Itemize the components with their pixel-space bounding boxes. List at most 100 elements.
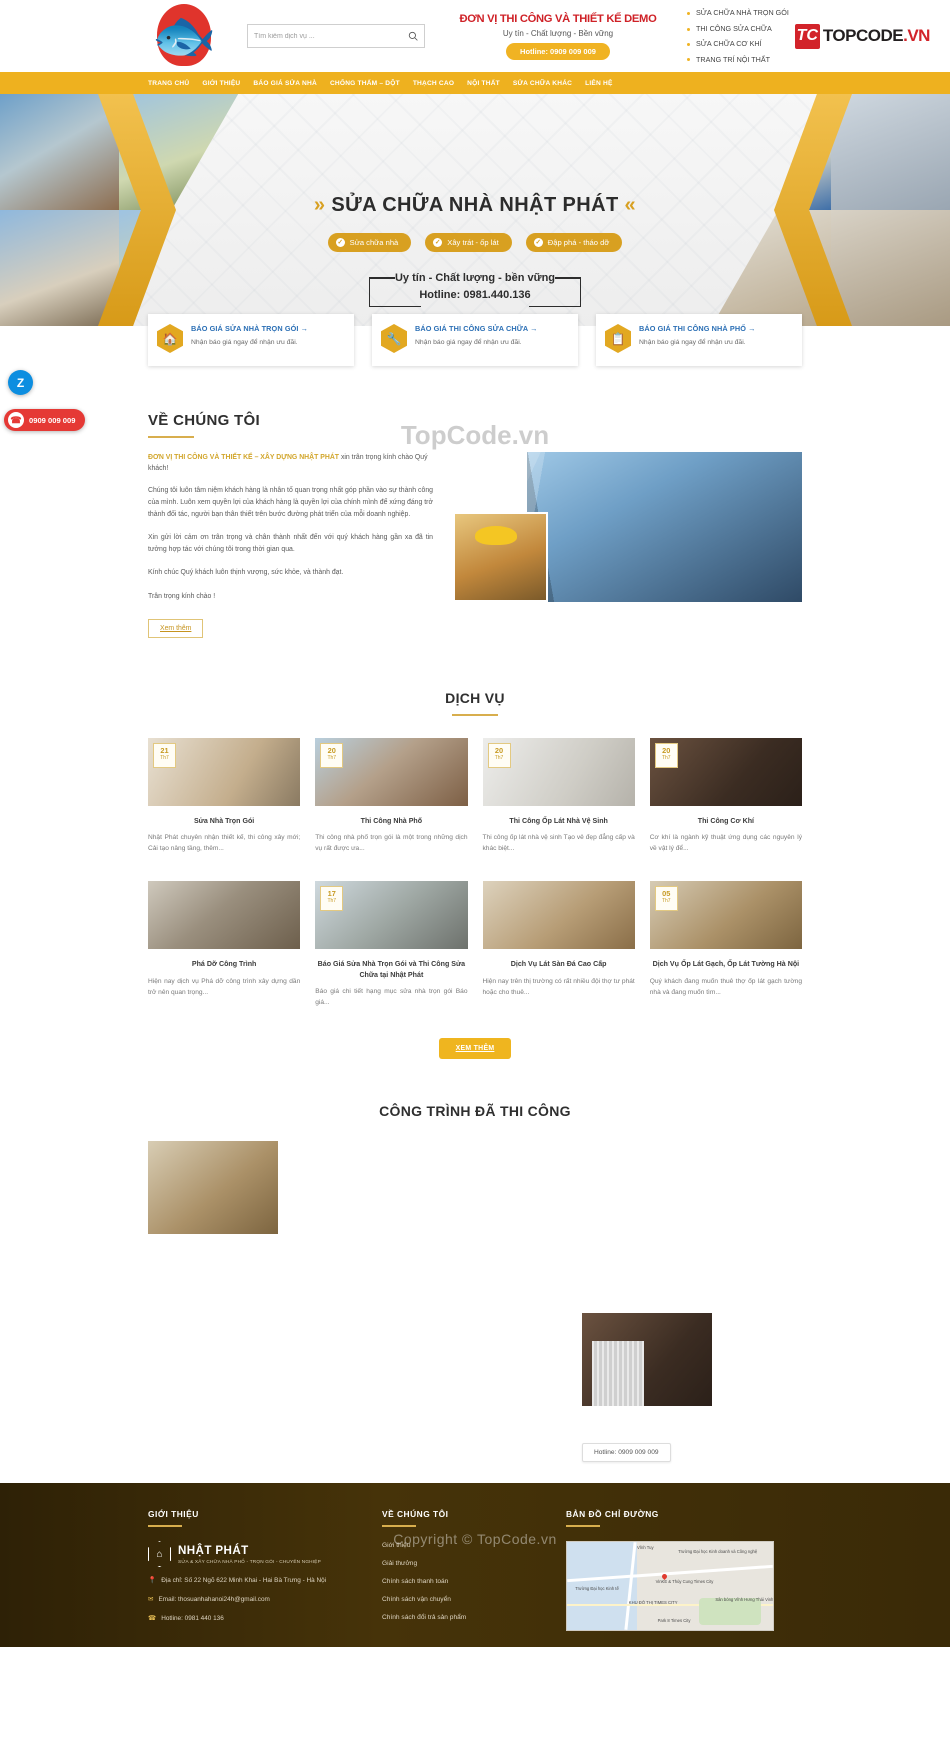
service-title[interactable]: Dịch Vụ Lát Sàn Đá Cao Cấp <box>483 959 635 970</box>
phone-icon: ☎ <box>148 1614 157 1622</box>
quote-card-title[interactable]: BÁO GIÁ SỬA NHÀ TRỌN GÓI → <box>191 324 308 333</box>
service-thumbnail[interactable]: 21 Th7 <box>148 737 301 806</box>
nav-item-lien-he[interactable]: LIÊN HỆ <box>585 80 612 87</box>
service-thumbnail[interactable]: 20 Th7 <box>315 737 468 806</box>
service-card[interactable]: 20 Th7 Thi Công Cơ Khí Cơ khí là ngành k… <box>649 737 802 855</box>
nav-item-thach-cao[interactable]: THẠCH CAO <box>413 80 454 87</box>
service-title[interactable]: Báo Giá Sửa Nhà Trọn Gói và Thi Công Sửa… <box>315 959 467 980</box>
about-read-more-button[interactable]: Xem thêm <box>148 618 204 638</box>
about-paragraph-4: Trân trọng kính chào ! <box>148 592 216 600</box>
footer-email-line[interactable]: ✉ Email: thosuanhahanoi24h@gmail.com <box>148 1595 348 1605</box>
service-thumbnail[interactable]: 20 Th7 <box>482 737 635 806</box>
about-worker-photo <box>453 512 548 602</box>
services-load-more-button[interactable]: XEM THÊM <box>438 1038 512 1060</box>
quote-card-title[interactable]: BÁO GIÁ THI CÔNG NHÀ PHỐ → <box>639 324 756 333</box>
about-lead: ĐƠN VỊ THI CÔNG VÀ THIẾT KẾ – XÂY DỰNG N… <box>148 452 433 474</box>
nav-item-bao-gia-sua-nha[interactable]: BÁO GIÁ SỬA NHÀ <box>253 80 317 87</box>
date-badge: 20 Th7 <box>487 742 511 768</box>
service-card[interactable]: Phá Dỡ Công Trình Hiện nay dịch vụ Phá d… <box>148 881 301 1009</box>
hero-motto-line1: Uy tín - Chất lượng - bền vững <box>394 272 556 284</box>
service-title[interactable]: Sửa Nhà Trọn Gói <box>148 816 300 827</box>
hero-tag[interactable]: ✓ Đập phá - tháo dỡ <box>525 233 623 252</box>
service-title[interactable]: Thi Công Ốp Lát Nhà Vệ Sinh <box>483 816 635 827</box>
topcode-logo[interactable]: TC TOPCODE.VN <box>794 23 930 49</box>
heading-underline <box>452 713 498 716</box>
service-card[interactable]: 17 Th7 Báo Giá Sửa Nhà Trọn Gói và Thi C… <box>315 881 468 1009</box>
projects-heading: CÔNG TRÌNH ĐÃ THI CÔNG <box>379 1103 571 1120</box>
service-card[interactable]: Dịch Vụ Lát Sàn Đá Cao Cấp Hiện nay trên… <box>482 881 635 1009</box>
header-hotline-button[interactable]: Hotline: 0909 009 009 <box>506 42 610 60</box>
nav-item-gioi-thieu[interactable]: GIỚI THIỆU <box>202 80 240 87</box>
date-month: Th7 <box>327 755 337 762</box>
quote-card[interactable]: 📋 BÁO GIÁ THI CÔNG NHÀ PHỐ → Nhận báo gi… <box>596 314 802 366</box>
header-service-item[interactable]: SỬA CHỮA CƠ KHÍ <box>687 36 789 51</box>
footer-email-text[interactable]: Email: thosuanhahanoi24h@gmail.com <box>159 1595 270 1605</box>
footer-heading-underline <box>382 1525 416 1528</box>
service-title[interactable]: Phá Dỡ Công Trình <box>148 959 300 970</box>
mail-icon: ✉ <box>148 1595 154 1603</box>
date-month: Th7 <box>160 755 169 762</box>
hero-tag[interactable]: ✓ Sửa chữa nhà <box>327 233 412 252</box>
footer-column-about: VỀ CHÚNG TÔI Giới thiệu Giải thưởng Chín… <box>382 1509 532 1631</box>
about-paragraph-2: Xin gửi lời cảm ơn trân trọng và chân th… <box>148 534 433 554</box>
quote-card-title[interactable]: BÁO GIÁ THI CÔNG SỬA CHỮA → <box>415 324 538 333</box>
date-day: 20 <box>494 745 504 755</box>
service-desc: Quý khách đang muốn thuê thợ ốp lát gạch… <box>649 977 802 996</box>
footer-link-giai-thuong[interactable]: Giải thưởng <box>382 1560 532 1567</box>
service-card[interactable]: 20 Th7 Thi Công Ốp Lát Nhà Vệ Sinh Thi c… <box>482 737 635 855</box>
footer-heading-underline <box>148 1525 182 1528</box>
service-thumbnail[interactable]: 05 Th7 <box>649 881 802 950</box>
floating-hotline-button[interactable]: ☎ 0909 009 009 <box>4 409 86 431</box>
map-label: Vĩnh Tuy <box>637 1544 654 1550</box>
services-grid-row-2: Phá Dỡ Công Trình Hiện nay dịch vụ Phá d… <box>148 881 802 1009</box>
service-thumbnail[interactable]: 17 Th7 <box>315 881 468 950</box>
nav-item-chong-tham-dot[interactable]: CHỐNG THẤM – DỘT <box>330 80 400 87</box>
header-service-item[interactable]: TRANG TRÍ NỘI THẤT <box>687 51 789 66</box>
hero-tag[interactable]: ✓ Xây trát - ốp lát <box>425 233 512 252</box>
project-thumbnail-stone-floor[interactable] <box>148 1141 278 1235</box>
quote-card[interactable]: 🏠 BÁO GIÁ SỬA NHÀ TRỌN GÓI → Nhận báo gi… <box>148 314 354 366</box>
nav-item-trang-chu[interactable]: TRANG CHỦ <box>148 80 189 87</box>
footer-link-chinh-sach-thanh-toan[interactable]: Chính sách thanh toán <box>382 1578 532 1585</box>
service-card[interactable]: 21 Th7 Sửa Nhà Trọn Gói Nhật Phát chuyên… <box>148 737 301 855</box>
footer-link-chinh-sach-van-chuyen[interactable]: Chính sách vận chuyển <box>382 1596 532 1603</box>
service-title[interactable]: Dịch Vụ Ốp Lát Gạch, Ốp Lát Tường Hà Nội <box>650 959 802 970</box>
service-card[interactable]: 20 Th7 Thi Công Nhà Phố Thi công nhà phố… <box>315 737 468 855</box>
quote-card[interactable]: 🔧 BÁO GIÁ THI CÔNG SỬA CHỮA → Nhận báo g… <box>372 314 578 366</box>
service-thumbnail[interactable] <box>148 881 301 950</box>
service-card[interactable]: 05 Th7 Dịch Vụ Ốp Lát Gạch, Ốp Lát Tường… <box>649 881 802 1009</box>
date-badge: 21 Th7 <box>153 742 176 768</box>
footer-hotline-line[interactable]: ☎ Hotline: 0981 440 136 <box>148 1614 348 1624</box>
project-thumbnail-gate[interactable] <box>582 1313 712 1407</box>
search-input[interactable] <box>254 32 408 40</box>
service-title[interactable]: Thi Công Cơ Khí <box>650 816 802 827</box>
site-logo[interactable]: 🐟 <box>145 0 225 72</box>
map-label: Trường Đại học Kinh tế <box>575 1586 619 1592</box>
nav-item-noi-that[interactable]: NỘI THẤT <box>467 80 500 87</box>
quote-card-desc: Nhận báo giá ngay để nhận ưu đãi. <box>191 339 298 346</box>
nav-item-sua-chua-khac[interactable]: SỬA CHỮA KHÁC <box>513 80 572 87</box>
search-icon[interactable] <box>408 31 418 41</box>
hero-tag-label: Xây trát - ốp lát <box>447 238 499 247</box>
zalo-chat-button[interactable]: Z <box>8 370 33 395</box>
footer-hotline-text[interactable]: Hotline: 0981 440 136 <box>161 1614 224 1624</box>
service-thumbnail[interactable] <box>482 881 635 950</box>
footer-link-chinh-sach-doi-tra[interactable]: Chính sách đổi trả sản phẩm <box>382 1614 532 1621</box>
service-thumbnail[interactable]: 20 Th7 <box>649 737 802 806</box>
search-box[interactable] <box>247 24 425 48</box>
footer-link-gioi-thieu[interactable]: Giới thiệu <box>382 1542 532 1549</box>
heading-underline <box>148 436 194 438</box>
floating-hotline-number: 0909 009 009 <box>29 415 76 425</box>
projects-hotline-chip[interactable]: Hotline: 0909 009 009 <box>582 1443 671 1463</box>
service-title[interactable]: Thi Công Nhà Phố <box>315 816 467 827</box>
footer-logo[interactable]: ⌂ NHẬT PHÁT SỬA & XÂY CHỮA NHÀ PHỐ - TRỌ… <box>148 1541 348 1568</box>
about-paragraph-1: Chúng tôi luôn tâm niệm khách hàng là nh… <box>148 487 433 519</box>
service-desc: Hiện nay dịch vụ Phá dỡ công trình xây d… <box>148 977 301 996</box>
embedded-map[interactable]: Trường Đại học Kinh doanh và Công nghệ T… <box>566 1541 774 1632</box>
footer-brand-slogan: SỬA & XÂY CHỮA NHÀ PHỐ - TRỌN GÓI - CHUY… <box>178 1559 321 1565</box>
hero-arrow-right-icon: « <box>624 194 637 216</box>
hero-motto-hotline: Hotline: 0981.440.136 <box>419 289 531 301</box>
header-service-item[interactable]: THI CÔNG SỬA CHỮA <box>687 21 789 36</box>
header-service-item[interactable]: SỬA CHỮA NHÀ TRỌN GÓI <box>687 5 789 20</box>
about-paragraph-3: Kính chúc Quý khách luôn thịnh vượng, sứ… <box>148 569 344 577</box>
